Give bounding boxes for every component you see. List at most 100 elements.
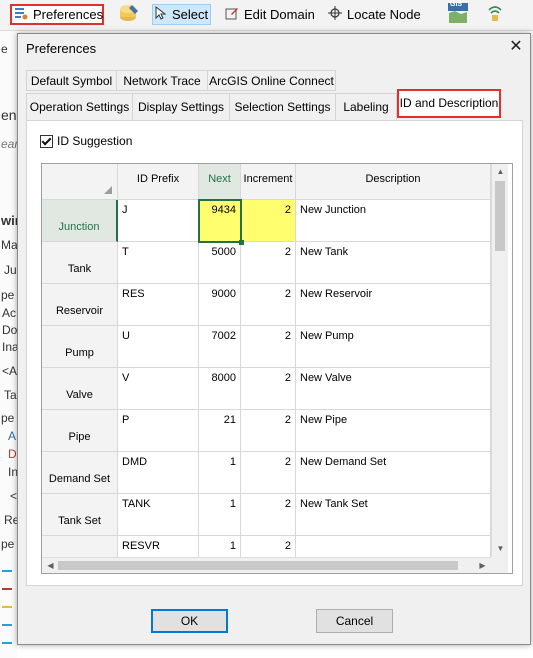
cell-increment[interactable]: 2	[241, 410, 296, 452]
id-suggestion-checkbox[interactable]: ID Suggestion	[40, 134, 132, 148]
row-header-tank[interactable]: Tank	[42, 242, 118, 284]
cell-id-prefix[interactable]: DMD	[118, 452, 199, 494]
column-header-id-prefix[interactable]: ID Prefix	[118, 164, 199, 200]
row-header-pipe[interactable]: Pipe	[42, 410, 118, 452]
cell-next[interactable]: 5000	[199, 242, 241, 284]
layer-swatch-icon	[2, 618, 12, 626]
tab-display-settings[interactable]: Display Settings	[132, 93, 230, 121]
scroll-up-icon[interactable]: ▲	[492, 164, 509, 180]
cell-increment[interactable]: 2	[241, 200, 296, 242]
cell-description[interactable]: New Tank	[296, 242, 491, 284]
locate-node-button[interactable]: Locate Node	[328, 4, 421, 25]
strip-text: Ac	[2, 306, 17, 320]
preferences-dialog: Preferences ✕ Default Symbol Network Tra…	[17, 33, 531, 645]
cell-id-prefix[interactable]: T	[118, 242, 199, 284]
row-header-valve[interactable]: Valve	[42, 368, 118, 410]
cell-increment[interactable]: 2	[241, 326, 296, 368]
cell-description[interactable]: New Tank Set	[296, 494, 491, 536]
column-header-next[interactable]: Next	[199, 164, 241, 200]
close-icon[interactable]: ✕	[506, 37, 526, 57]
cell-increment[interactable]: 2	[241, 452, 296, 494]
cell-id-prefix[interactable]: RES	[118, 284, 199, 326]
cell-increment[interactable]: 2	[241, 284, 296, 326]
cell-description[interactable]: New Pump	[296, 326, 491, 368]
select-label: Select	[172, 7, 209, 22]
row-header-reservoir[interactable]: Reservoir	[42, 284, 118, 326]
cell-description[interactable]: New Pipe	[296, 410, 491, 452]
tab-network-trace[interactable]: Network Trace	[116, 70, 208, 91]
select-button[interactable]: Select	[152, 4, 211, 25]
wireless-button[interactable]	[487, 4, 503, 25]
cell-increment[interactable]: 2	[241, 242, 296, 284]
cell-id-prefix[interactable]: TANK	[118, 494, 199, 536]
scrollbar-corner	[491, 557, 508, 573]
cell-id-prefix[interactable]: U	[118, 326, 199, 368]
strip-text: en	[1, 107, 17, 123]
horizontal-scroll-thumb[interactable]	[58, 561, 458, 570]
strip-text: <A	[2, 364, 17, 378]
row-header-pump[interactable]: Pump	[42, 326, 118, 368]
cell-increment[interactable]: 2	[241, 494, 296, 536]
tab-id-and-description[interactable]: ID and Description	[397, 89, 501, 118]
tab-operation-settings[interactable]: Operation Settings	[26, 93, 133, 121]
strip-text: wir	[1, 213, 17, 228]
strip-text: Ju	[4, 263, 17, 277]
tab-selection-settings[interactable]: Selection Settings	[229, 93, 336, 121]
vertical-scroll-thumb[interactable]	[495, 181, 505, 251]
layer-swatch-icon	[2, 564, 12, 572]
edit-domain-button[interactable]: Edit Domain	[225, 4, 315, 25]
scroll-left-icon[interactable]: ◀	[42, 558, 59, 573]
scroll-down-icon[interactable]: ▼	[492, 541, 509, 557]
layer-swatch-icon	[2, 600, 12, 608]
checkbox-checked-icon[interactable]	[40, 134, 53, 148]
strip-text: ear	[1, 137, 17, 151]
strip-text: Do	[2, 323, 17, 337]
strip-text: A	[8, 429, 17, 443]
preferences-button[interactable]: Preferences	[10, 4, 104, 25]
ok-button[interactable]: OK	[151, 609, 228, 633]
column-header-description[interactable]: Description	[296, 164, 491, 200]
vertical-scrollbar[interactable]: ▲ ▼	[491, 164, 508, 557]
strip-text: D	[8, 447, 17, 461]
id-grid: ID Prefix Next Increment Description Jun…	[41, 163, 513, 574]
grid-corner-cell[interactable]	[42, 164, 118, 200]
cell-increment[interactable]: 2	[241, 368, 296, 410]
gis-button[interactable]: GIS	[446, 1, 470, 25]
row-header-junction[interactable]: Junction	[42, 200, 118, 242]
tab-default-symbol[interactable]: Default Symbol	[26, 70, 117, 91]
dialog-title: Preferences	[26, 41, 97, 56]
cell-id-prefix[interactable]: V	[118, 368, 199, 410]
row-header-demand-set[interactable]: Demand Set	[42, 452, 118, 494]
select-all-icon	[104, 186, 112, 194]
cursor-arrow-icon	[155, 5, 167, 23]
horizontal-scrollbar[interactable]: ◀ ▶	[42, 557, 491, 573]
edit-tool-button[interactable]	[118, 4, 140, 25]
cancel-button[interactable]: Cancel	[316, 609, 393, 633]
fill-handle[interactable]	[239, 240, 244, 245]
locate-node-label: Locate Node	[347, 7, 421, 22]
tab-labeling[interactable]: Labeling	[335, 93, 397, 121]
cell-next[interactable]: 9434	[199, 200, 241, 242]
scroll-right-icon[interactable]: ▶	[474, 558, 491, 573]
gis-icon: GIS	[446, 1, 470, 25]
cell-next[interactable]: 7002	[199, 326, 241, 368]
column-header-increment[interactable]: Increment	[241, 164, 296, 200]
background-side-panel: e en ear wir Map Ju pe Ac Do Ina <A Ta p…	[0, 31, 17, 658]
cell-id-prefix[interactable]: J	[118, 200, 199, 242]
cell-description[interactable]: New Reservoir	[296, 284, 491, 326]
cell-description[interactable]: New Demand Set	[296, 452, 491, 494]
strip-text: pe	[1, 288, 15, 302]
cell-description[interactable]: New Junction	[296, 200, 491, 242]
cell-description[interactable]: New Valve	[296, 368, 491, 410]
preferences-label: Preferences	[33, 7, 104, 22]
cell-next[interactable]: 1	[199, 494, 241, 536]
edit-domain-label: Edit Domain	[244, 7, 315, 22]
row-header-tank-set[interactable]: Tank Set	[42, 494, 118, 536]
cell-id-prefix[interactable]: P	[118, 410, 199, 452]
cell-next[interactable]: 9000	[199, 284, 241, 326]
edit-pencil-icon	[118, 3, 140, 26]
cell-next[interactable]: 8000	[199, 368, 241, 410]
cell-next[interactable]: 21	[199, 410, 241, 452]
cell-next[interactable]: 1	[199, 452, 241, 494]
tab-arcgis-online-connect[interactable]: ArcGIS Online Connect	[207, 70, 336, 91]
